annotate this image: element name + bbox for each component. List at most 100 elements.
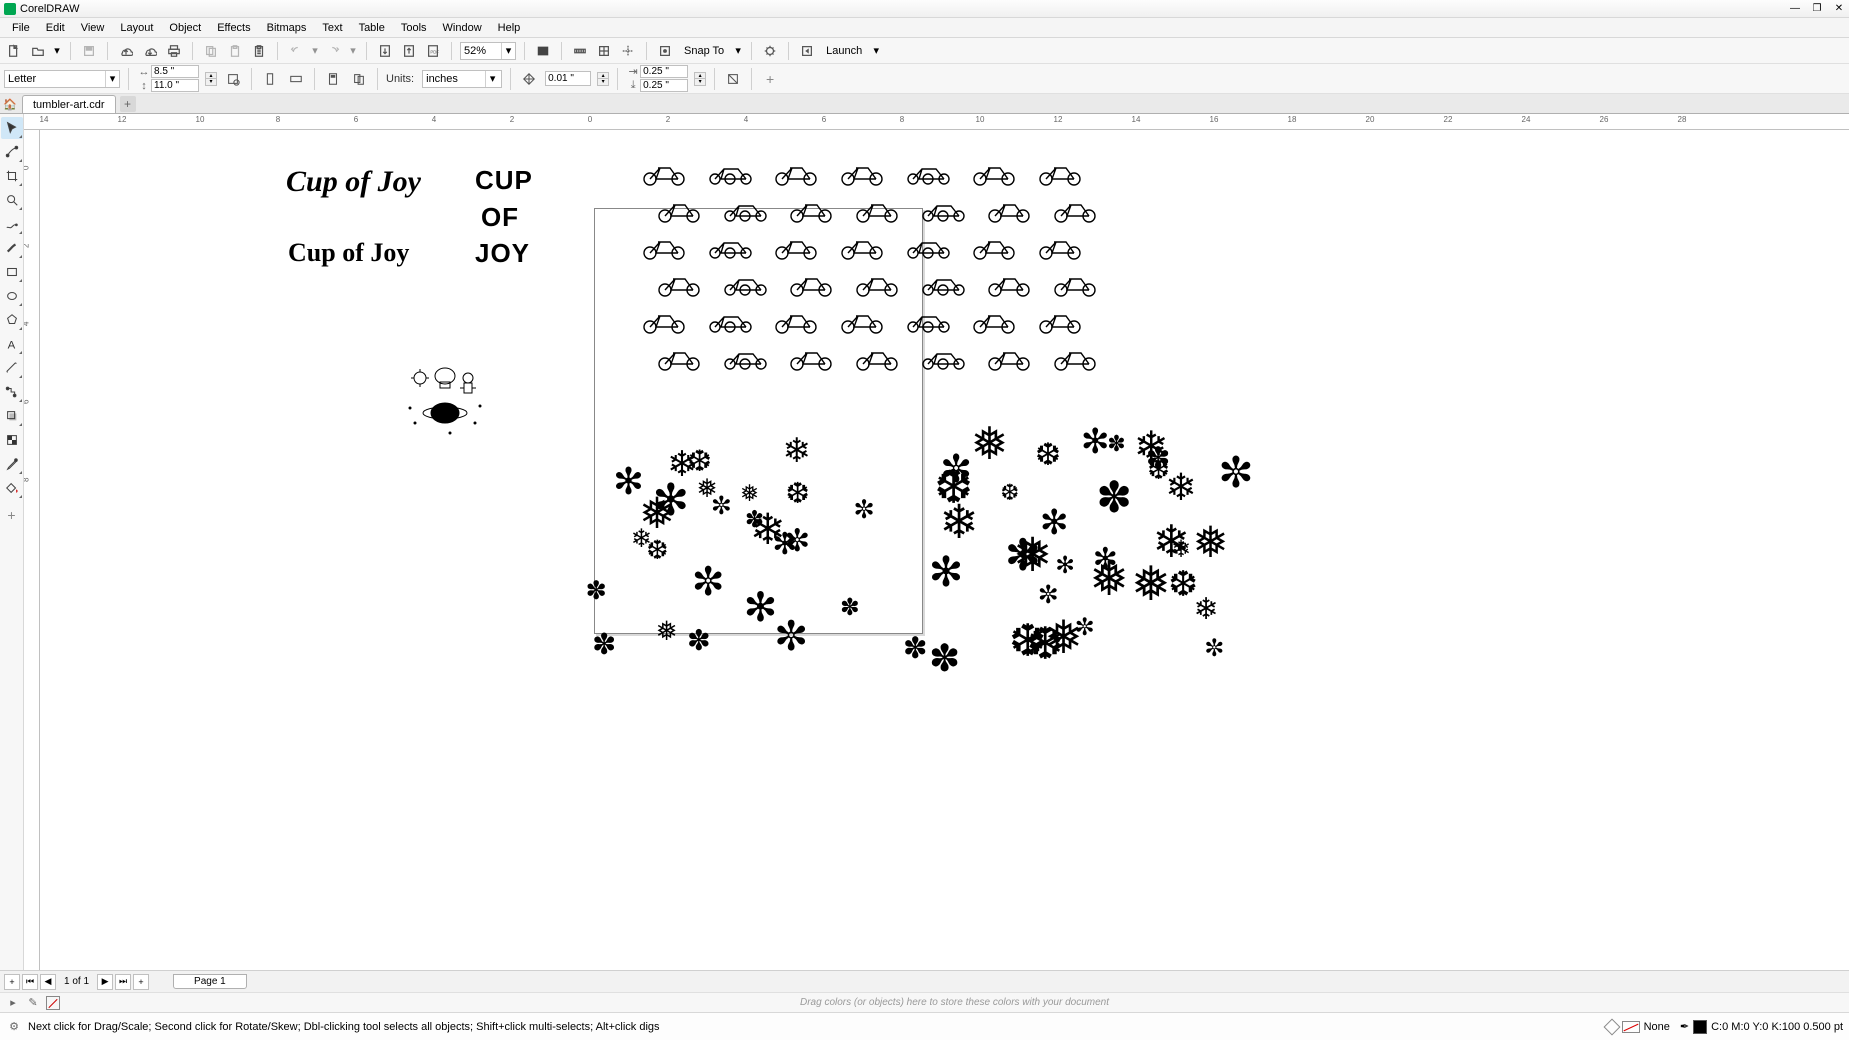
first-page-button[interactable]: ⏮ [22,974,38,990]
dup-y-input[interactable] [640,79,688,92]
show-guidelines-button[interactable] [618,41,638,61]
nudge-input[interactable] [545,71,591,86]
menu-text[interactable]: Text [314,22,350,34]
portrait-button[interactable] [260,69,280,89]
import-button[interactable] [375,41,395,61]
pick-tool[interactable] [1,117,23,139]
transparency-tool[interactable] [1,429,23,451]
zoom-tool[interactable] [1,189,23,211]
toolbox-customize[interactable]: + [1,504,23,526]
snap-off-button[interactable] [655,41,675,61]
fill-tool[interactable] [1,477,23,499]
minimize-button[interactable]: — [1789,3,1801,15]
fullscreen-preview-button[interactable] [533,41,553,61]
cloud-upload-button[interactable] [116,41,136,61]
menu-tools[interactable]: Tools [393,22,435,34]
new-document-button[interactable] [4,41,24,61]
undo-button[interactable] [286,41,306,61]
eyedropper-tool[interactable] [1,453,23,475]
launch-dropdown[interactable]: ▾ [871,44,881,57]
drop-shadow-tool[interactable] [1,405,23,427]
status-settings-icon[interactable]: ⚙ [6,1019,22,1035]
open-button[interactable] [28,41,48,61]
text-tool[interactable]: A [1,333,23,355]
redo-button[interactable] [324,41,344,61]
art-space-doodle[interactable] [400,358,490,438]
save-button[interactable] [79,41,99,61]
drawing-canvas[interactable]: Cup of Joy Cup of Joy CUP OF JOY ❄❅❆✻✼✽❄… [40,130,1849,970]
add-page-after-button[interactable]: + [133,974,149,990]
page-preset-input[interactable] [5,73,105,85]
current-page-button[interactable] [323,69,343,89]
art-bicycles[interactable] [640,162,1120,384]
zoom-level-combo[interactable]: ▾ [460,42,516,60]
art-block-text-1[interactable]: CUP [475,165,525,196]
connector-tool[interactable] [1,381,23,403]
page-preset-combo[interactable]: ▾ [4,70,120,88]
rectangle-tool[interactable] [1,261,23,283]
add-document-button[interactable]: + [120,96,136,112]
art-snowflakes[interactable]: ❄❅❆✻✼✽❄❅❆✻✼✽❄❅❆✻✼✽❄❅❆✻✼✽❄❅❆✻✼✽❄❅❆✻✼✽❄❅❆✻… [580,420,1260,680]
page-height-input[interactable] [151,79,199,92]
auto-fit-button[interactable] [223,69,243,89]
fill-indicator[interactable]: None [1606,1021,1670,1033]
units-input[interactable] [423,73,485,85]
menu-table[interactable]: Table [351,22,393,34]
snap-dropdown[interactable]: ▾ [733,44,743,57]
export-button[interactable] [399,41,419,61]
close-button[interactable]: ✕ [1833,3,1845,15]
next-page-button[interactable]: ▶ [97,974,113,990]
undo-dropdown[interactable]: ▾ [310,44,320,57]
shape-tool[interactable] [1,141,23,163]
menu-edit[interactable]: Edit [38,22,73,34]
open-dropdown[interactable]: ▾ [52,44,62,57]
menu-window[interactable]: Window [435,22,490,34]
horizontal-ruler[interactable]: 14121086420246810121416182022242628 [24,114,1849,130]
ellipse-tool[interactable] [1,285,23,307]
document-tab[interactable]: tumbler-art.cdr [22,95,116,113]
zoom-dropdown[interactable]: ▾ [501,43,515,59]
crop-tool[interactable] [1,165,23,187]
palette-eyedropper-button[interactable]: ✎ [26,996,40,1010]
page-preset-dropdown[interactable]: ▾ [105,71,119,87]
art-script-text[interactable]: Cup of Joy [286,165,421,199]
landscape-button[interactable] [286,69,306,89]
art-block-text-3[interactable]: JOY [475,238,525,269]
parallel-dimension-tool[interactable] [1,357,23,379]
palette-flyout-button[interactable]: ▸ [6,996,20,1010]
show-grid-button[interactable] [594,41,614,61]
menu-object[interactable]: Object [161,22,209,34]
add-page-button[interactable]: + [4,974,20,990]
page-tab[interactable]: Page 1 [173,974,247,989]
nudge-spinner[interactable]: ▴▾ [597,72,609,86]
treat-as-filled-button[interactable] [723,69,743,89]
vertical-ruler[interactable]: 02468 [24,130,40,970]
home-tab-button[interactable]: 🏠 [2,96,18,112]
outline-indicator[interactable]: ✒ C:0 M:0 Y:0 K:100 0.500 pt [1680,1020,1843,1034]
menu-file[interactable]: File [4,22,38,34]
print-button[interactable] [164,41,184,61]
quick-customize-button[interactable]: + [760,69,780,89]
clipboard-button[interactable] [249,41,269,61]
copy-button[interactable] [201,41,221,61]
palette-no-color[interactable] [46,996,60,1010]
polygon-tool[interactable] [1,309,23,331]
menu-bitmaps[interactable]: Bitmaps [259,22,315,34]
freehand-tool[interactable] [1,213,23,235]
paste-button[interactable] [225,41,245,61]
art-block-text-2[interactable]: OF [475,202,525,233]
zoom-level-input[interactable] [461,45,501,57]
launch-icon[interactable] [797,41,817,61]
menu-help[interactable]: Help [490,22,529,34]
options-button[interactable] [760,41,780,61]
art-serif-text[interactable]: Cup of Joy [288,238,409,268]
cloud-download-button[interactable] [140,41,160,61]
last-page-button[interactable]: ⏭ [115,974,131,990]
dup-x-input[interactable] [640,65,688,78]
dup-spinner[interactable]: ▴▾ [694,72,706,86]
all-pages-button[interactable] [349,69,369,89]
launch-button[interactable]: Launch [821,44,867,58]
units-combo[interactable]: ▾ [422,70,502,88]
menu-effects[interactable]: Effects [209,22,258,34]
snap-to-button[interactable]: Snap To [679,44,729,58]
